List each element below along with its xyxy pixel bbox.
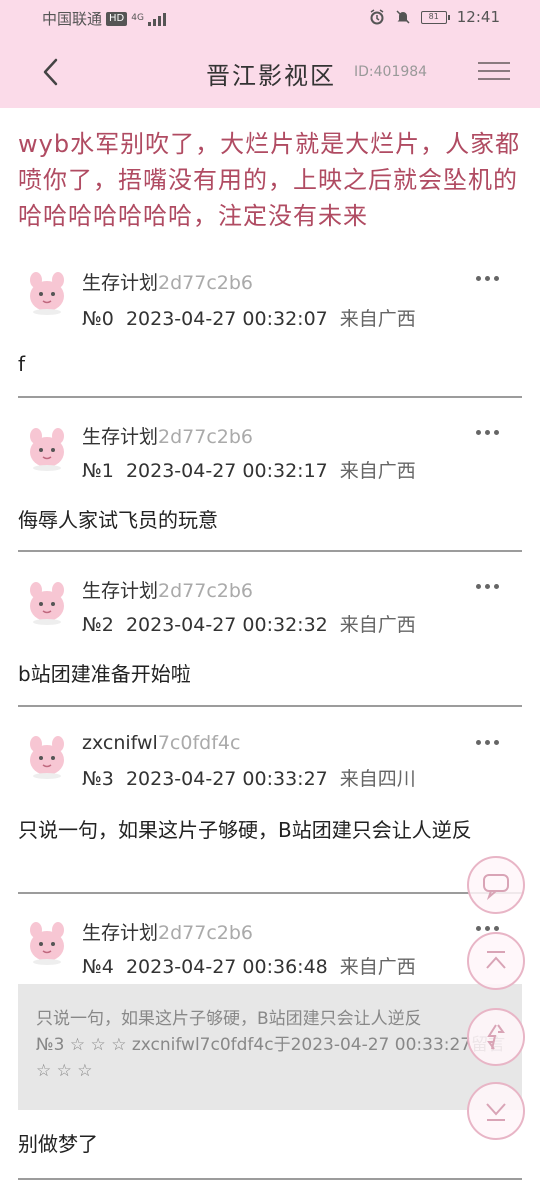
avatar (30, 736, 64, 779)
divider (18, 1178, 522, 1180)
thread-title: wyb水军别吹了，大烂片就是大烂片，人家都喷你了，捂嘴没有用的，上映之后就会坠机… (18, 130, 521, 230)
user-id: 2d77c2b6 (158, 922, 254, 944)
post-user[interactable]: 生存计划2d77c2b6 (82, 576, 253, 603)
username: zxcnifwl (82, 732, 158, 754)
clock: 12:41 (456, 8, 500, 26)
post-time: 2023-04-27 00:32:32 (125, 614, 328, 636)
post-location: 来自四川 (339, 768, 416, 790)
status-bar: 中国联通 HD 4G 81 12:41 (0, 0, 540, 36)
floor-number: №1 (82, 460, 114, 482)
post-user[interactable]: 生存计划2d77c2b6 (82, 422, 253, 449)
post-item: 生存计划2d77c2b6 №0 2023-04-27 00:32:07 来自广西 … (18, 258, 522, 388)
alarm-icon (370, 9, 384, 25)
more-dots-icon (475, 583, 499, 589)
post-time: 2023-04-27 00:33:27 (125, 768, 328, 790)
comment-icon (483, 874, 509, 900)
board-id: ID:401984 (354, 64, 428, 80)
post-item: 生存计划2d77c2b6 №2 2023-04-27 00:32:32 来自广西 … (18, 566, 522, 696)
divider (18, 892, 522, 894)
more-options-button[interactable] (472, 424, 502, 440)
avatar (30, 272, 64, 315)
post-meta: №0 2023-04-27 00:32:07 来自广西 (82, 304, 416, 331)
post-location: 来自广西 (339, 956, 416, 978)
arrow-down-icon (486, 1103, 506, 1121)
post-content: f (18, 352, 26, 376)
avatar (30, 582, 64, 625)
more-dots-icon (475, 925, 499, 931)
post-item: 生存计划2d77c2b6 №1 2023-04-27 00:32:17 来自广西 … (18, 412, 522, 542)
post-time: 2023-04-27 00:32:07 (125, 308, 328, 330)
app-header: 晋江影视区 ID:401984 (0, 36, 540, 108)
comment-button[interactable] (467, 856, 525, 914)
post-meta: №4 2023-04-27 00:36:48 来自广西 (82, 952, 416, 979)
post-content: b站团建准备开始啦 (18, 662, 191, 686)
username: 生存计划 (82, 426, 159, 448)
user-id: 2d77c2b6 (158, 426, 254, 448)
arrow-up-icon (486, 951, 506, 969)
user-id: 7c0fdf4c (157, 732, 241, 754)
post-meta: №1 2023-04-27 00:32:17 来自广西 (82, 456, 416, 483)
mute-icon (396, 10, 410, 24)
post-time: 2023-04-27 00:36:48 (125, 956, 328, 978)
battery-icon: 81 (420, 10, 450, 24)
quote-meta: №3 ☆ ☆ ☆ zxcnifwl7c0fdf4c于2023-04-27 00:… (36, 1035, 506, 1055)
post-time: 2023-04-27 00:32:17 (125, 460, 328, 482)
post-meta: №3 2023-04-27 00:33:27 来自四川 (82, 764, 416, 791)
avatar (30, 428, 64, 471)
back-button[interactable] (34, 52, 74, 92)
scroll-bottom-button[interactable] (467, 1082, 525, 1140)
chevron-left-icon (43, 58, 58, 86)
divider (18, 705, 522, 707)
hd-badge: HD (106, 11, 128, 26)
floor-number: №4 (82, 956, 114, 978)
user-id: 2d77c2b6 (158, 272, 254, 294)
quote-text: 只说一句，如果这片子够硬，B站团建只会让人逆反 (36, 1009, 422, 1029)
scroll-top-button[interactable] (467, 932, 525, 990)
post-location: 来自广西 (339, 460, 416, 482)
post-content: 侮辱人家试飞员的玩意 (18, 508, 218, 532)
username: 生存计划 (82, 580, 159, 602)
post-content: 别做梦了 (18, 1132, 98, 1156)
hamburger-icon (478, 62, 510, 80)
more-options-button[interactable] (472, 270, 502, 286)
floor-number: №3 (82, 768, 114, 790)
status-right: 81 12:41 (369, 8, 500, 26)
more-options-button[interactable] (472, 578, 502, 594)
post-location: 来自广西 (339, 614, 416, 636)
refresh-button[interactable] (467, 1008, 525, 1066)
more-dots-icon (475, 275, 499, 281)
post-user[interactable]: 生存计划2d77c2b6 (82, 268, 253, 295)
post-meta: №2 2023-04-27 00:32:32 来自广西 (82, 610, 416, 637)
more-options-button[interactable] (472, 734, 502, 750)
network-label: 4G (131, 13, 144, 23)
post-user[interactable]: 生存计划2d77c2b6 (82, 918, 253, 945)
divider (18, 550, 522, 552)
signal-icon (147, 12, 166, 26)
avatar (30, 922, 64, 965)
more-dots-icon (475, 429, 499, 435)
floor-number: №0 (82, 308, 114, 330)
more-dots-icon (475, 739, 499, 745)
post-content: 只说一句，如果这片子够硬，B站团建只会让人逆反 (18, 818, 472, 842)
post-user[interactable]: zxcnifwl7c0fdf4c (82, 732, 240, 754)
quoted-reply[interactable]: 只说一句，如果这片子够硬，B站团建只会让人逆反 №3 ☆ ☆ ☆ zxcnifw… (18, 984, 522, 1110)
status-left: 中国联通 HD 4G (42, 8, 166, 29)
divider (18, 396, 522, 398)
post-item: zxcnifwl7c0fdf4c №3 2023-04-27 00:33:27 来… (18, 720, 522, 880)
menu-button[interactable] (478, 56, 510, 88)
username: 生存计划 (82, 272, 159, 294)
carrier-label: 中国联通 (42, 10, 103, 28)
refresh-icon (487, 1024, 505, 1050)
page-title: 晋江影视区 (206, 62, 336, 90)
floor-number: №2 (82, 614, 114, 636)
user-id: 2d77c2b6 (158, 580, 254, 602)
quote-stars: ☆ ☆ ☆ (36, 1061, 93, 1081)
username: 生存计划 (82, 922, 159, 944)
post-location: 来自广西 (339, 308, 416, 330)
